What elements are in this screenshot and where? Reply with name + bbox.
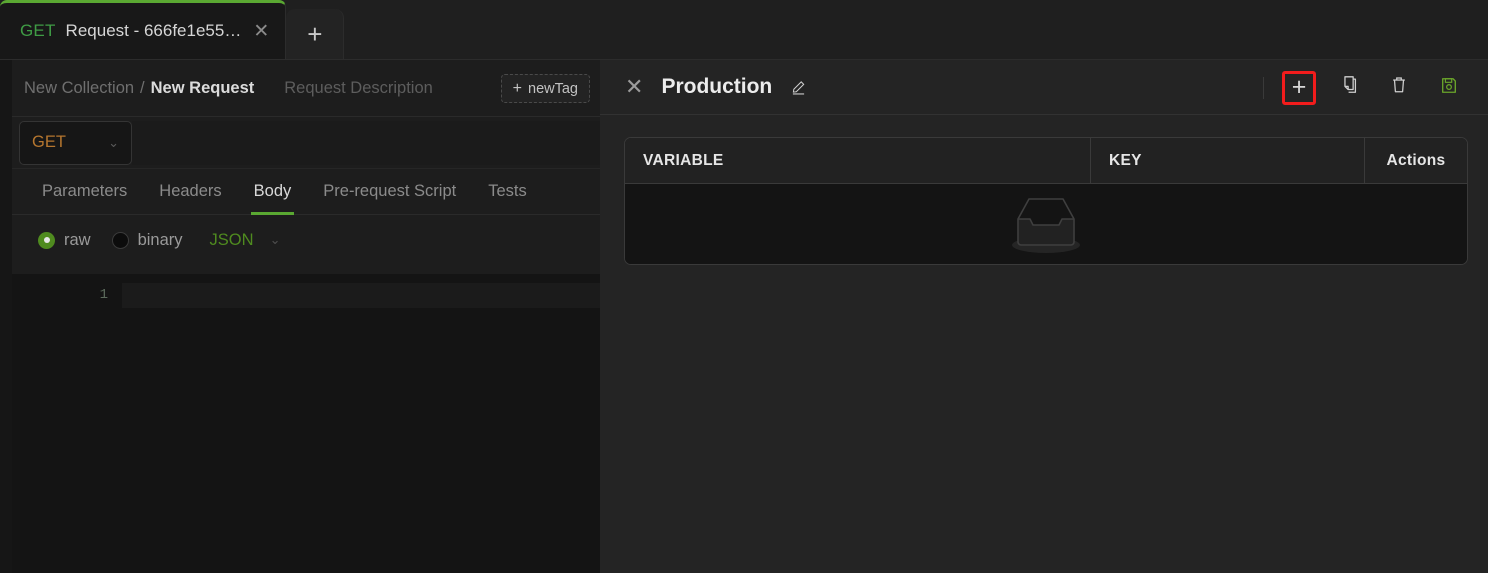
delete-environment-button[interactable] <box>1382 71 1416 105</box>
http-method-select[interactable]: GET ⌄ <box>19 120 132 165</box>
chevron-down-icon: ⌄ <box>108 134 119 150</box>
app-root: GET Request - 666fe1e55… ✕ + New Collect… <box>0 0 1488 573</box>
tab-pre-request-script[interactable]: Pre-request Script <box>307 169 472 215</box>
save-disk-icon <box>1440 76 1458 100</box>
radio-binary-label: binary <box>137 230 183 249</box>
close-icon[interactable]: ✕ <box>251 22 271 41</box>
add-variable-button[interactable]: + <box>1282 70 1316 105</box>
tab-method-label: GET <box>20 21 56 40</box>
radio-raw-label: raw <box>64 230 91 249</box>
body-type-options: raw binary JSON ⌄ <box>12 215 600 265</box>
tab-body[interactable]: Body <box>238 169 308 215</box>
breadcrumb: New Collection / New Request Request Des… <box>12 60 600 117</box>
breadcrumb-separator: / <box>140 78 145 97</box>
environment-variables-table: VARIABLE KEY Actions <box>624 137 1468 265</box>
tab-headers[interactable]: Headers <box>143 169 237 215</box>
trash-icon <box>1390 75 1408 100</box>
request-section-tabs: Parameters Headers Body Pre-request Scri… <box>12 169 600 215</box>
new-tab-button[interactable]: + <box>286 9 345 59</box>
request-description-field[interactable]: Request Description <box>284 79 433 98</box>
environment-actions: + <box>1263 60 1466 115</box>
breadcrumb-collection[interactable]: New Collection <box>24 79 134 98</box>
request-tab[interactable]: GET Request - 666fe1e55… ✕ <box>0 0 287 59</box>
tab-tests[interactable]: Tests <box>472 169 543 215</box>
divider <box>1263 76 1264 99</box>
tab-title-label: Request - 666fe1e55… <box>65 21 242 40</box>
table-empty-state <box>625 184 1467 264</box>
close-icon[interactable]: ✕ <box>625 76 643 98</box>
environment-title: Production <box>661 75 773 98</box>
content-type-select[interactable]: JSON <box>210 231 254 250</box>
editor-gutter: 1 <box>12 274 120 573</box>
column-header-actions: Actions <box>1386 151 1446 169</box>
column-header-variable: VARIABLE <box>625 138 1091 183</box>
radio-binary[interactable] <box>111 231 129 249</box>
http-method-value: GET <box>32 133 66 151</box>
duplicate-environment-button[interactable] <box>1332 71 1366 105</box>
copy-icon <box>1340 75 1359 100</box>
editor-active-line[interactable] <box>122 283 600 308</box>
url-input[interactable] <box>132 120 600 165</box>
plus-icon: + <box>1291 73 1307 101</box>
url-bar: GET ⌄ <box>12 117 600 169</box>
environment-pane: ✕ Production + VARIABLE KEY Actions <box>600 60 1488 573</box>
save-environment-button[interactable] <box>1432 71 1466 105</box>
request-pane: New Collection / New Request Request Des… <box>0 60 600 573</box>
chevron-down-icon: ⌄ <box>269 232 281 247</box>
pencil-icon[interactable] <box>790 79 807 96</box>
tab-parameters[interactable]: Parameters <box>26 169 143 215</box>
column-header-key: KEY <box>1091 138 1365 183</box>
inbox-icon <box>996 189 1096 260</box>
table-header-row: VARIABLE KEY Actions <box>625 138 1467 184</box>
add-tag-label: newTag <box>528 80 578 97</box>
add-tag-button[interactable]: + newTag <box>500 74 590 103</box>
plus-icon: + <box>512 79 523 97</box>
body-editor[interactable]: 1 <box>12 274 600 573</box>
line-number: 1 <box>99 287 108 303</box>
radio-raw[interactable] <box>38 231 55 249</box>
tab-bar: GET Request - 666fe1e55… ✕ + <box>0 0 1488 60</box>
breadcrumb-request[interactable]: New Request <box>151 79 255 98</box>
environment-header: ✕ Production + <box>600 60 1488 115</box>
